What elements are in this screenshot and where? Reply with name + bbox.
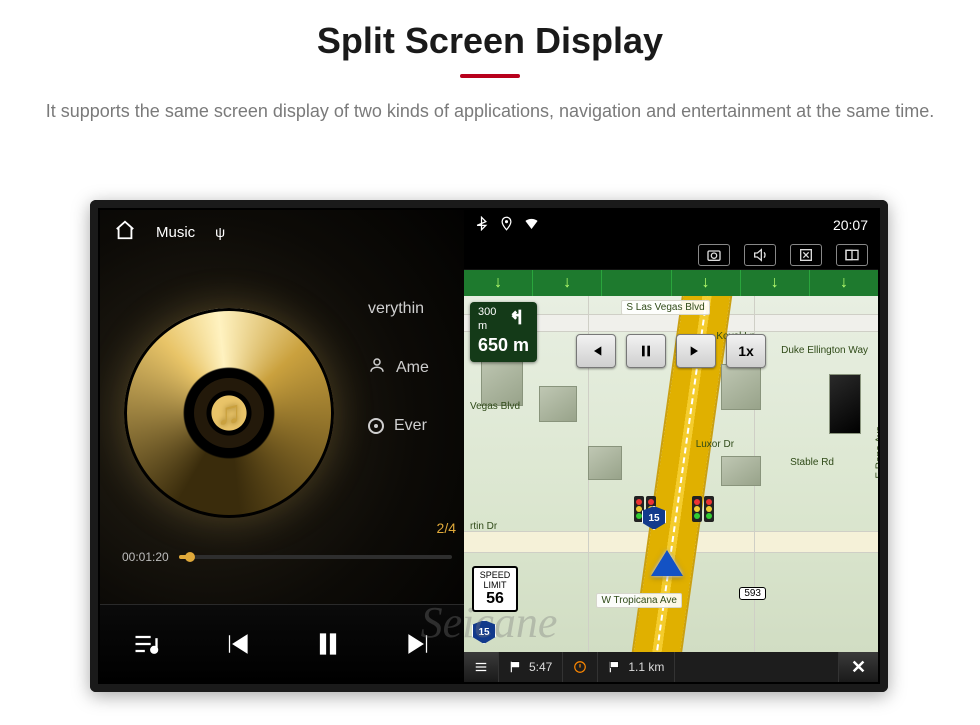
album-art[interactable]: ♫ <box>124 308 334 518</box>
sim-next-button[interactable] <box>676 334 716 368</box>
lane-arrow-icon: ↓ <box>563 274 571 292</box>
music-note-icon: ♫ <box>216 394 242 433</box>
total-turn-distance: 650 m <box>478 334 529 357</box>
track-artist: Ame <box>396 359 429 377</box>
map-building <box>481 356 523 406</box>
time-elapsed: 00:01:20 <box>122 550 169 564</box>
navigation-app-panel: 20:07 ↓ ↓ ↓ ↓ ↓ 300 m 650 m <box>464 210 878 682</box>
speed-limit-label: SPEED LIMIT <box>480 570 511 590</box>
lane-arrow-icon: ↓ <box>771 274 779 292</box>
track-album: Ever <box>394 417 427 435</box>
turn-guidance-card[interactable]: 300 m 650 m <box>470 302 537 362</box>
nav-menu-button[interactable] <box>464 652 499 682</box>
nav-remaining-segment[interactable]: 1.1 km <box>598 652 675 682</box>
location-icon <box>499 216 514 234</box>
album-center: ♫ <box>194 378 264 448</box>
system-action-bar <box>464 240 878 270</box>
nav-alert-segment[interactable] <box>563 652 598 682</box>
title-underline <box>460 74 520 78</box>
street-label: W Tropicana Ave <box>596 593 681 608</box>
volume-button[interactable] <box>744 244 776 266</box>
split-screen-button[interactable] <box>836 244 868 266</box>
street-label: Duke Ellington Way <box>777 344 872 357</box>
wifi-icon <box>524 216 539 234</box>
progress-bar[interactable] <box>179 555 452 559</box>
usb-icon[interactable]: ψ <box>215 224 225 240</box>
music-controls <box>100 604 464 682</box>
screenshot-button[interactable] <box>698 244 730 266</box>
track-title: verythin <box>368 300 424 318</box>
next-track-button[interactable] <box>394 619 444 669</box>
head-unit-frame: Music ψ ♫ verythin Ame <box>90 200 888 692</box>
progress-knob[interactable] <box>185 552 195 562</box>
street-label: Luxor Dr <box>692 438 738 451</box>
speed-limit-value: 56 <box>474 590 516 608</box>
music-app-label: Music <box>156 224 195 241</box>
prev-track-button[interactable] <box>212 619 262 669</box>
nav-eta-segment[interactable]: 5:47 <box>499 652 563 682</box>
page-title: Split Screen Display <box>0 20 980 62</box>
home-icon[interactable] <box>114 219 136 245</box>
music-header: Music ψ <box>100 210 464 254</box>
map-building <box>721 456 761 486</box>
android-status-bar: 20:07 <box>464 210 878 240</box>
track-artist-row: Ame <box>368 356 429 379</box>
track-info-list: verythin Ame Ever <box>368 300 429 435</box>
lane-arrow-icon: ↓ <box>840 274 848 292</box>
page-subtitle: It supports the same screen display of t… <box>40 98 940 125</box>
nav-eta: 5:47 <box>529 660 552 674</box>
street-label: rtin Dr <box>466 520 501 533</box>
turn-left-icon <box>507 306 529 328</box>
map-building <box>539 386 577 422</box>
track-title-row: verythin <box>368 300 429 318</box>
speed-limit-sign: SPEED LIMIT 56 <box>472 566 518 612</box>
progress-row: 00:01:20 <box>122 550 452 564</box>
nav-remaining-distance: 1.1 km <box>628 660 664 674</box>
lane-guidance-bar: ↓ ↓ ↓ ↓ ↓ <box>464 270 878 296</box>
route-number-badge: 593 <box>739 587 766 600</box>
close-app-button[interactable] <box>790 244 822 266</box>
sim-prev-button[interactable] <box>576 334 616 368</box>
track-album-row: Ever <box>368 417 429 435</box>
disc-icon <box>368 418 384 434</box>
sim-pause-button[interactable] <box>626 334 666 368</box>
nav-bottom-bar: 5:47 1.1 km ✕ <box>464 652 878 682</box>
bluetooth-icon <box>474 216 489 234</box>
interstate-shield: 15 <box>472 620 496 644</box>
lane-arrow-icon: ↓ <box>702 274 710 292</box>
sim-speed-button[interactable]: 1x <box>726 334 766 368</box>
map-building <box>588 446 622 480</box>
street-label: Stable Rd <box>786 456 838 469</box>
street-label: E Reno Ave <box>874 422 878 483</box>
nav-close-button[interactable]: ✕ <box>838 652 878 682</box>
simulation-controls: 1x <box>576 334 766 368</box>
street-label: Vegas Blvd <box>466 400 524 413</box>
pause-button[interactable] <box>303 619 353 669</box>
split-screen: Music ψ ♫ verythin Ame <box>100 210 878 682</box>
vehicle-marker-icon <box>651 550 683 576</box>
person-icon <box>368 356 386 379</box>
lane-arrow-icon: ↓ <box>494 274 502 292</box>
street-label: S Las Vegas Blvd <box>621 300 709 315</box>
traffic-light-icon <box>704 496 714 522</box>
status-time: 20:07 <box>833 217 868 233</box>
track-counter: 2/4 <box>437 520 456 536</box>
music-app-panel: Music ψ ♫ verythin Ame <box>100 210 464 682</box>
traffic-light-icon <box>692 496 702 522</box>
map-building <box>721 364 761 410</box>
map-building <box>829 374 861 434</box>
playlist-button[interactable] <box>121 619 171 669</box>
